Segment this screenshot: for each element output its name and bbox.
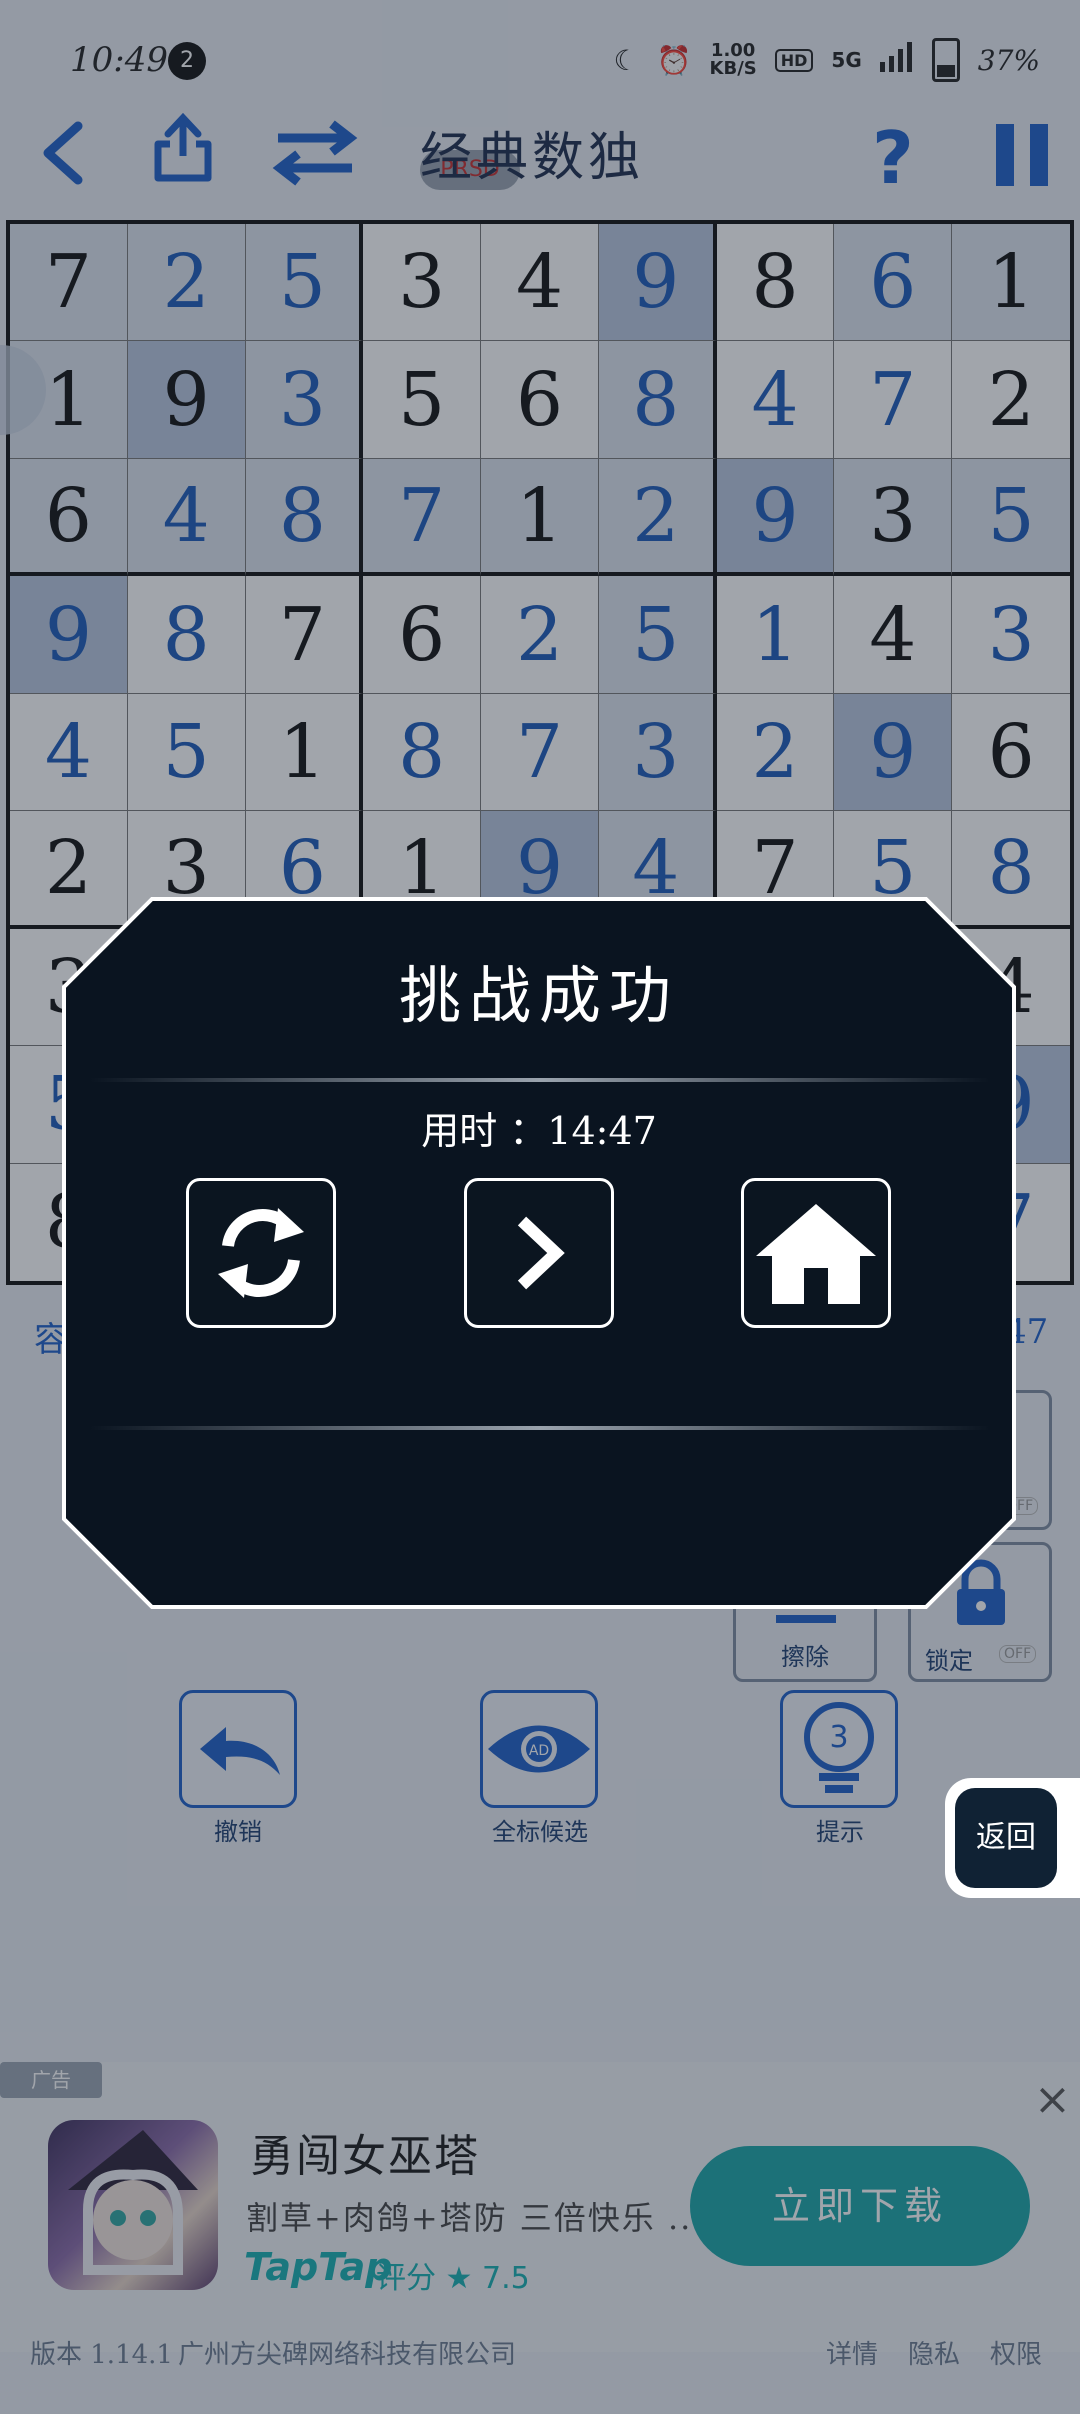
dialog-divider-top	[90, 1078, 990, 1082]
dialog-divider-bottom	[90, 1426, 990, 1430]
home-icon	[756, 1204, 876, 1304]
floating-back-button[interactable]: 返回	[955, 1788, 1057, 1888]
dialog-time: 用时 ：14:47	[421, 1109, 657, 1153]
refresh-icon	[218, 1208, 304, 1298]
home-button[interactable]	[741, 1178, 891, 1328]
chevron-right-icon	[517, 1216, 565, 1290]
next-level-button[interactable]	[464, 1178, 614, 1328]
replay-button[interactable]	[186, 1178, 336, 1328]
dialog-title: 挑战成功	[398, 959, 679, 1032]
